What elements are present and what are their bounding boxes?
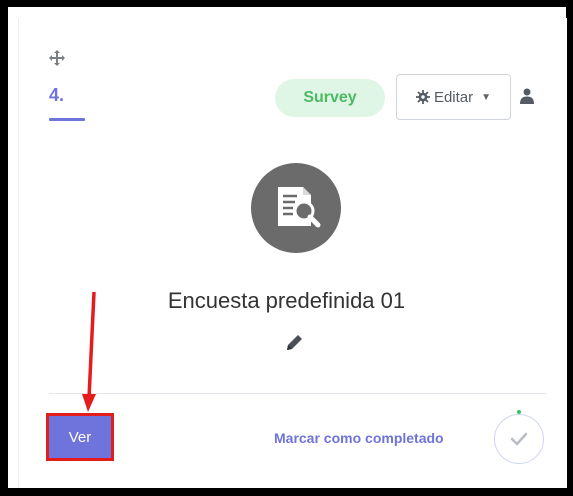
user-icon[interactable]: [520, 88, 534, 104]
step-underline: [49, 118, 85, 121]
pencil-icon[interactable]: [284, 333, 304, 353]
edit-label: Editar: [433, 88, 474, 106]
type-badge: Survey: [275, 79, 385, 117]
view-button[interactable]: Ver: [46, 413, 114, 461]
checkmark-icon: [510, 432, 528, 446]
caret-down-icon: ▼: [481, 91, 492, 103]
move-arrows-icon[interactable]: [49, 50, 65, 66]
gear-icon: [415, 90, 430, 104]
step-number: 4.: [49, 85, 65, 105]
card-divider: [49, 393, 546, 394]
mark-complete-link[interactable]: Marcar como completado: [274, 430, 444, 446]
edit-button[interactable]: Editar ▼: [396, 74, 511, 120]
activity-title: Encuesta predefinida 01: [167, 288, 406, 313]
survey-document-search-icon: [251, 163, 341, 253]
complete-toggle[interactable]: [494, 414, 544, 464]
